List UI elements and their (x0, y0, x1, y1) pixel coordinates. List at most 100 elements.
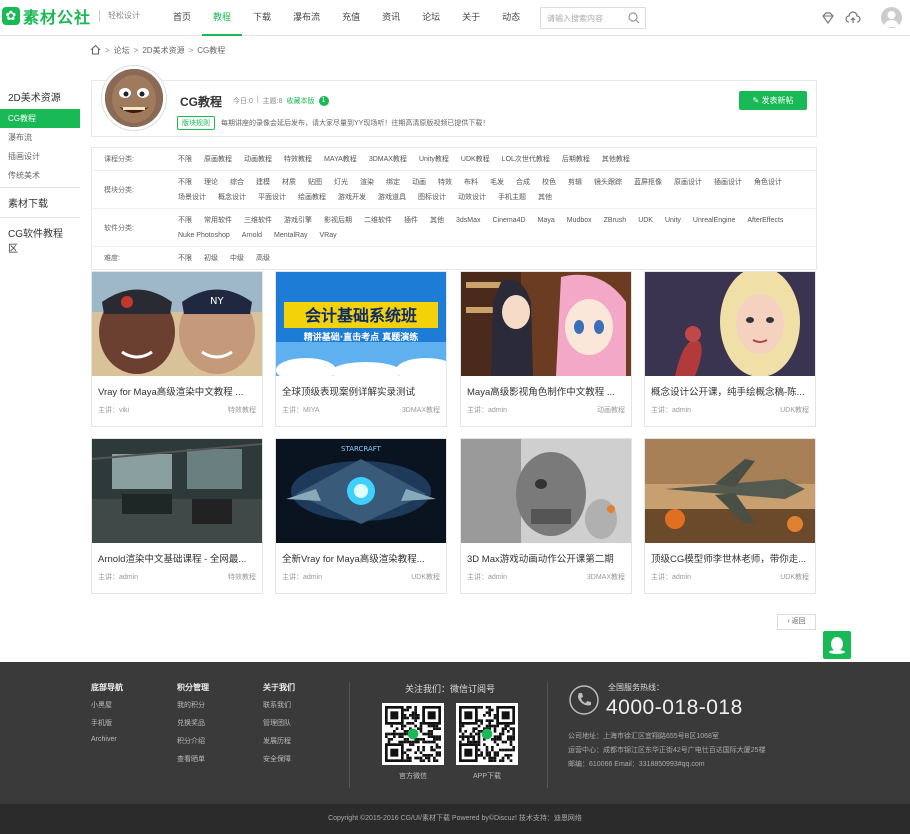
nav-item[interactable]: 动态 (491, 0, 531, 36)
filter-option[interactable]: 不限 (172, 152, 198, 167)
thread-category[interactable]: 3DMAX教程 (587, 572, 625, 582)
filter-option[interactable]: 不限 (172, 175, 198, 190)
thread-author[interactable]: 主讲：admin (467, 572, 507, 582)
thread-card[interactable]: 会计基础系统班 精讲基础·直击考点 真题演练 全球顶级表现案例详解实录测试 主讲：M… (275, 271, 447, 427)
footer-link[interactable]: 发展历程 (263, 736, 295, 746)
filter-option[interactable]: 合成 (510, 175, 536, 190)
filter-option[interactable]: 其他 (532, 190, 558, 205)
filter-option[interactable]: 手机主题 (492, 190, 532, 205)
qq-float-button[interactable] (823, 631, 851, 659)
thread-title[interactable]: 3D Max游戏动画动作公开课第二期 (461, 543, 631, 565)
filter-option[interactable]: 游戏引擎 (278, 213, 318, 228)
filter-option[interactable]: MAYA教程 (318, 152, 363, 167)
filter-option[interactable]: 绘画教程 (292, 190, 332, 205)
filter-option[interactable]: 影视后期 (318, 213, 358, 228)
filter-option[interactable]: 镜头跟踪 (588, 175, 628, 190)
nav-item[interactable]: 下载 (242, 0, 282, 36)
thread-category[interactable]: UDK教程 (411, 572, 440, 582)
footer-link[interactable]: 兑换奖品 (177, 718, 209, 728)
thread-thumbnail[interactable] (645, 439, 815, 543)
filter-option[interactable]: 其他 (424, 213, 450, 228)
filter-option[interactable]: 其他教程 (596, 152, 636, 167)
filter-option[interactable]: 理论 (198, 175, 224, 190)
filter-option[interactable]: 布料 (458, 175, 484, 190)
filter-option[interactable]: Unity (659, 213, 687, 228)
search-icon[interactable] (627, 11, 641, 25)
breadcrumb-link[interactable]: 2D美术资源 (142, 45, 184, 56)
filter-option[interactable]: 后期教程 (556, 152, 596, 167)
thread-title[interactable]: 全新Vray for Maya高级渲染教程... (276, 543, 446, 565)
diamond-icon[interactable] (820, 10, 836, 26)
filter-option[interactable]: 原画教程 (198, 152, 238, 167)
thread-card[interactable]: 概念设计公开课，纯手绘概念稿-陈... 主讲：admin UDK教程 (644, 271, 816, 427)
sidebar-item[interactable]: 插画设计 (0, 147, 80, 166)
filter-option[interactable]: 不限 (172, 251, 198, 266)
filter-option[interactable]: 游戏开发 (332, 190, 372, 205)
filter-option[interactable]: 场景设计 (172, 190, 212, 205)
thread-thumbnail[interactable]: STARCRAFT (276, 439, 446, 543)
filter-option[interactable]: Cinema4D (487, 213, 532, 228)
thread-author[interactable]: 主讲：admin (282, 572, 322, 582)
filter-option[interactable]: 原画设计 (668, 175, 708, 190)
filter-option[interactable]: Nuke Photoshop (172, 228, 236, 243)
qr-code-image[interactable] (456, 703, 518, 765)
footer-link[interactable]: 安全保障 (263, 754, 295, 764)
filter-option[interactable]: UDK (632, 213, 659, 228)
thread-title[interactable]: 顶级CG模型师李世林老师，带你走... (645, 543, 815, 565)
filter-option[interactable]: 图标设计 (412, 190, 452, 205)
thread-author[interactable]: 主讲：admin (98, 572, 138, 582)
filter-option[interactable]: 不限 (172, 213, 198, 228)
rules-tag[interactable]: 版块规则 (177, 116, 215, 130)
filter-option[interactable]: 动画教程 (238, 152, 278, 167)
thread-author[interactable]: 主讲：admin (467, 405, 507, 415)
footer-link[interactable]: 小黑屋 (91, 700, 123, 710)
thread-title[interactable]: Maya高级影视角色制作中文教程 ... (461, 376, 631, 398)
filter-option[interactable]: 高级 (250, 251, 276, 266)
thread-thumbnail[interactable]: NY (92, 272, 262, 376)
filter-option[interactable]: Mudbox (561, 213, 598, 228)
filter-option[interactable]: 校色 (536, 175, 562, 190)
filter-option[interactable]: 插件 (398, 213, 424, 228)
footer-link[interactable]: 联系我们 (263, 700, 295, 710)
sidebar-group[interactable]: 2D美术资源 (0, 84, 80, 109)
thread-card[interactable]: Arnold渲染中文基础课程 - 全网最... 主讲：admin 特效教程 (91, 438, 263, 594)
cloud-upload-icon[interactable] (845, 10, 861, 26)
filter-option[interactable]: 蓝屏抠像 (628, 175, 668, 190)
search-input[interactable] (541, 9, 627, 27)
thread-card[interactable]: STARCRAFT 全新Vray for Maya高级渲染教程... 主讲：admi… (275, 438, 447, 594)
footer-link[interactable]: 手机版 (91, 718, 123, 728)
filter-option[interactable]: 动效设计 (452, 190, 492, 205)
nav-item[interactable]: 教程 (202, 0, 243, 36)
filter-option[interactable]: MentalRay (268, 228, 313, 243)
thread-title[interactable]: 全球顶级表现案例详解实录测试 (276, 376, 446, 398)
sidebar-group[interactable]: CG软件教程区 (0, 220, 80, 260)
sidebar-item[interactable]: 瀑布流 (0, 128, 80, 147)
thread-card[interactable]: Maya高级影视角色制作中文教程 ... 主讲：admin 动画教程 (460, 271, 632, 427)
thread-title[interactable]: 概念设计公开课，纯手绘概念稿-陈... (645, 376, 815, 398)
thread-category[interactable]: 3DMAX教程 (402, 405, 440, 415)
thread-card[interactable]: 顶级CG模型师李世林老师，带你走... 主讲：admin UDK教程 (644, 438, 816, 594)
thread-author[interactable]: 主讲：admin (651, 405, 691, 415)
filter-option[interactable]: ZBrush (598, 213, 633, 228)
filter-option[interactable]: 灯光 (328, 175, 354, 190)
filter-option[interactable]: 中级 (224, 251, 250, 266)
thread-category[interactable]: 特效教程 (228, 405, 256, 415)
sidebar-group[interactable]: 素材下载 (0, 190, 80, 215)
filter-option[interactable]: 概念设计 (212, 190, 252, 205)
thread-author[interactable]: 主讲：admin (651, 572, 691, 582)
filter-option[interactable]: 平面设计 (252, 190, 292, 205)
filter-option[interactable]: 剪辑 (562, 175, 588, 190)
filter-option[interactable]: 初级 (198, 251, 224, 266)
thread-category[interactable]: UDK教程 (780, 572, 809, 582)
favorite-forum-link[interactable]: 收藏本版 (287, 96, 315, 106)
nav-item[interactable]: 论坛 (411, 0, 451, 36)
filter-option[interactable]: 毛发 (484, 175, 510, 190)
filter-option[interactable]: 游戏道具 (372, 190, 412, 205)
nav-item[interactable]: 资讯 (371, 0, 411, 36)
nav-item[interactable]: 充值 (331, 0, 371, 36)
filter-option[interactable]: 3dsMax (450, 213, 487, 228)
thread-category[interactable]: 动画教程 (597, 405, 625, 415)
filter-option[interactable]: 特效 (432, 175, 458, 190)
user-avatar[interactable] (881, 7, 902, 28)
filter-option[interactable]: 材质 (276, 175, 302, 190)
